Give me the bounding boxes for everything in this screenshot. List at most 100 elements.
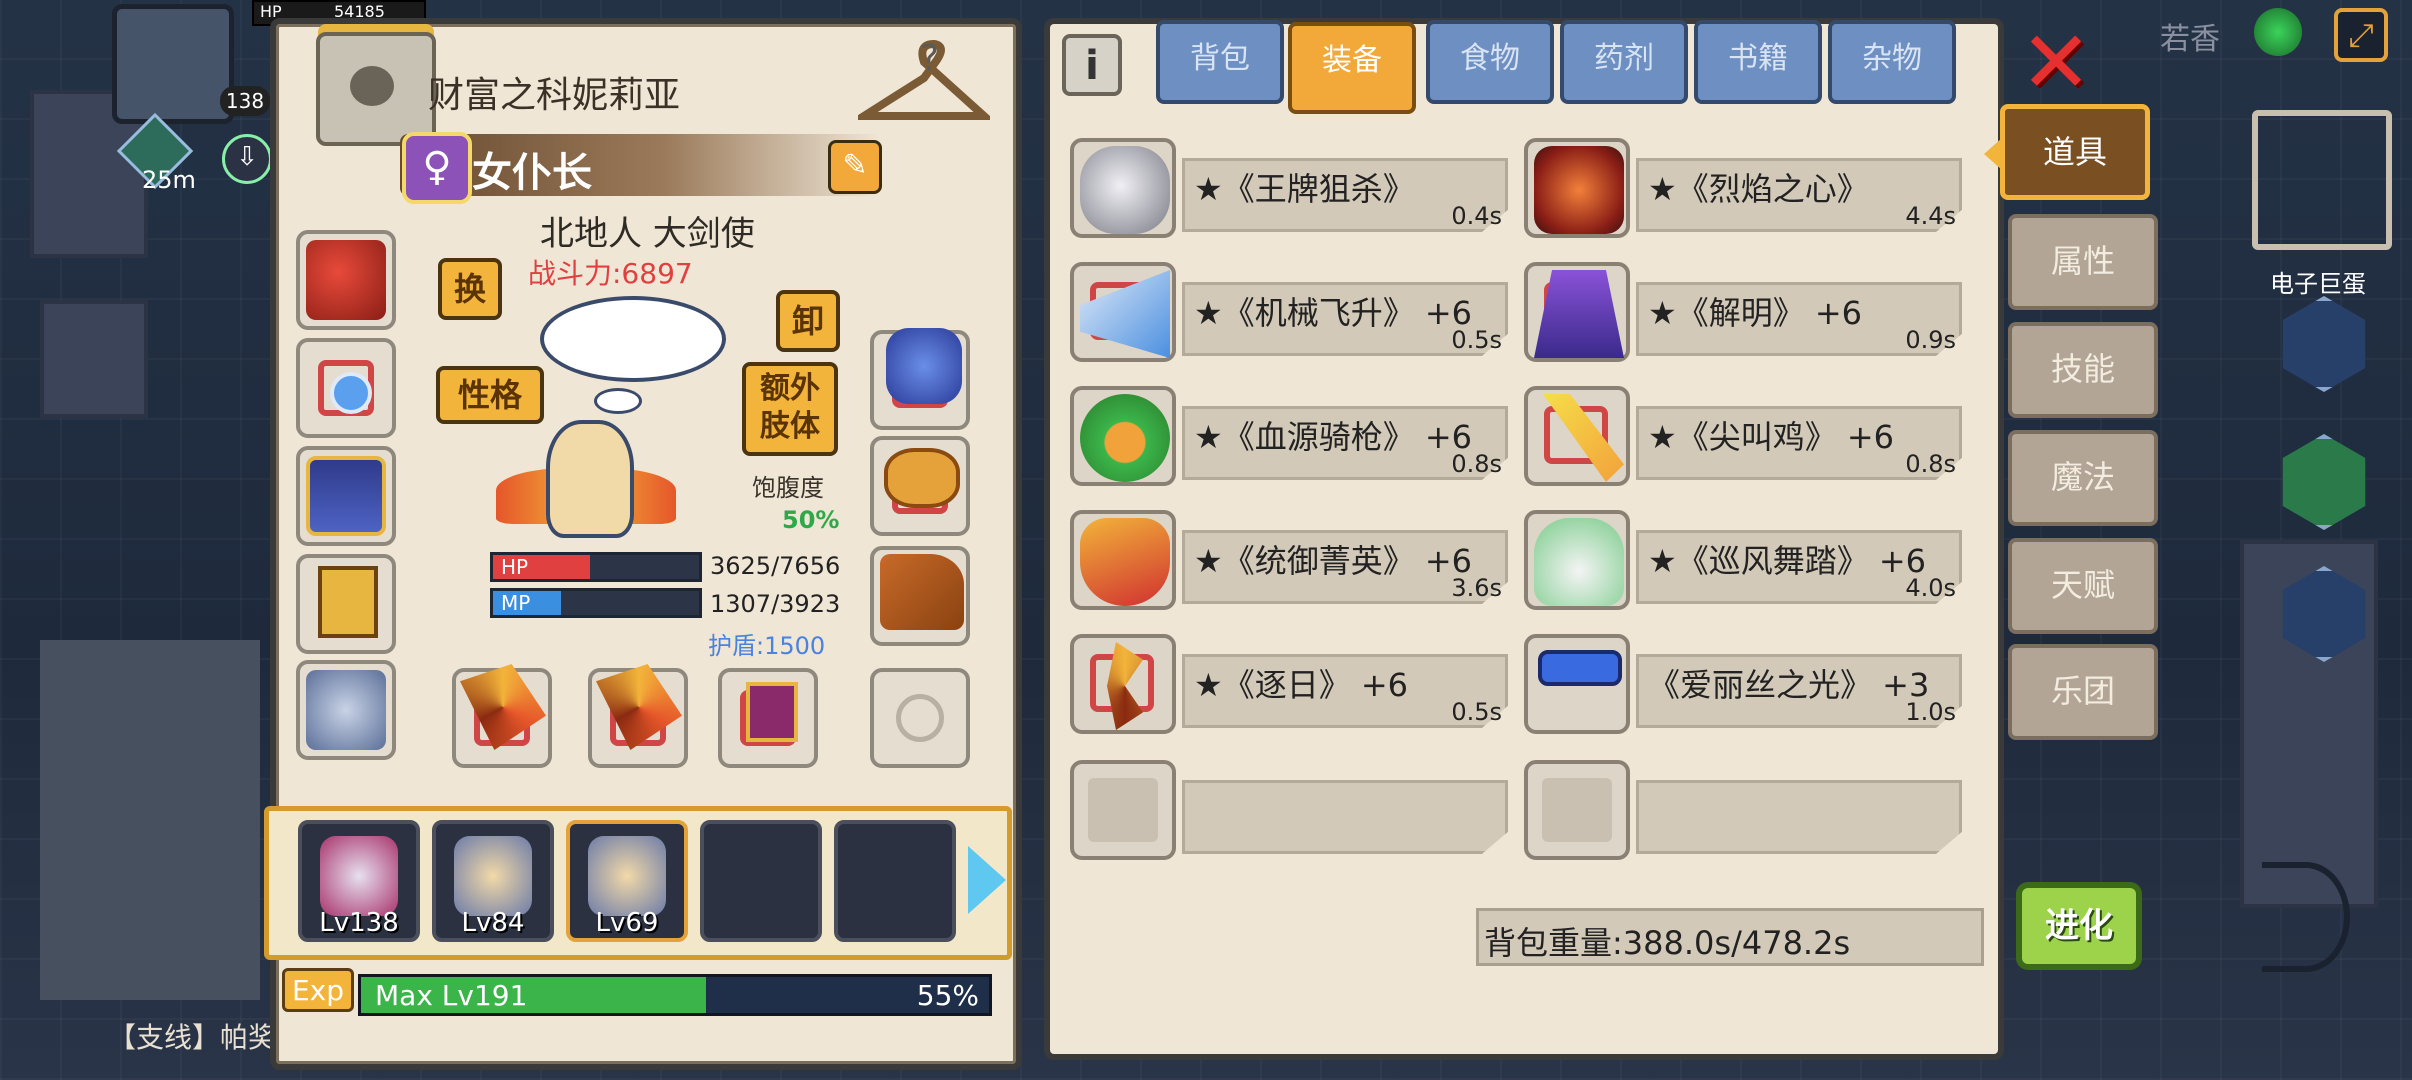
shield-value: 护盾:1500 [708, 632, 826, 660]
item-icon-frame [1070, 262, 1176, 362]
item-label-box [1182, 780, 1508, 854]
character-sprite[interactable] [496, 420, 676, 544]
team-member-slot-selected[interactable]: Lv69 [566, 820, 688, 942]
close-icon[interactable]: ✕ [2020, 20, 2092, 106]
side-tab-skills[interactable]: 技能 [2008, 322, 2158, 418]
satiety-value: 50% [782, 506, 840, 534]
character-name: 财富之科妮莉亚 [428, 75, 681, 116]
exp-level-label: Max Lv191 [375, 979, 528, 1012]
equip-slot-accessory-empty[interactable] [870, 668, 970, 768]
tab-equipment[interactable]: 装备 [1288, 22, 1416, 114]
hp-value: 3625/7656 [710, 552, 841, 580]
side-tab-band[interactable]: 乐团 [2008, 644, 2158, 740]
inventory-item-empty[interactable] [1070, 760, 1510, 860]
inventory-item-empty[interactable] [1524, 760, 1964, 860]
equip-slot-armor[interactable] [296, 554, 396, 654]
expand-icon[interactable]: ⤢ [2334, 8, 2388, 62]
inventory-item[interactable]: ★《巡风舞踏》 +6 4.0s [1524, 510, 1964, 610]
pet-dragon-icon [306, 670, 386, 750]
boots-icon [880, 554, 964, 630]
side-tab-magic[interactable]: 魔法 [2008, 430, 2158, 526]
mp-value: 1307/3923 [710, 590, 841, 618]
dragon-helm-icon [306, 240, 386, 320]
item-icon-frame [1070, 760, 1176, 860]
hp-bar: HP [490, 552, 702, 582]
inventory-item[interactable]: ★《机械飞升》 +6 0.5s [1070, 262, 1510, 362]
download-icon[interactable]: ⇩ [222, 134, 272, 184]
minimap[interactable] [2252, 110, 2392, 250]
equip-slot-necklace[interactable] [296, 338, 396, 438]
equip-slot-ring[interactable] [870, 436, 970, 536]
unequip-button[interactable]: 卸 [776, 290, 840, 352]
item-weight: 0.5s [1451, 698, 1502, 726]
team-next-arrow-icon[interactable] [968, 846, 1006, 914]
empty-slot [1542, 778, 1612, 842]
mp-label: MP [501, 591, 531, 615]
equip-slot-weapon-2[interactable] [588, 664, 688, 768]
edit-role-button[interactable]: ✎ [828, 140, 882, 194]
equip-slot-weapon-1[interactable] [452, 664, 552, 768]
item-weight: 0.8s [1451, 450, 1502, 478]
map-location-label: 电子巨蛋 [2270, 270, 2366, 298]
tab-books[interactable]: 书籍 [1694, 20, 1822, 104]
item-name: ★《统御菁英》 +6 [1194, 542, 1473, 580]
item-icon-frame [1070, 386, 1176, 486]
tab-misc[interactable]: 杂物 [1828, 20, 1956, 104]
team-member-slot[interactable]: Lv138 [298, 820, 420, 942]
item-icon-frame [1070, 634, 1176, 734]
item-icon-frame [1524, 510, 1630, 610]
swap-button[interactable]: 换 [438, 258, 502, 320]
tab-backpack[interactable]: 背包 [1156, 20, 1284, 104]
cape-icon [306, 456, 386, 536]
item-icon-frame [1070, 510, 1176, 610]
bow-weapon-icon[interactable] [2262, 862, 2350, 972]
equip-slot-pet[interactable] [296, 660, 396, 760]
team-member-slot-empty[interactable] [700, 820, 822, 942]
side-tab-items[interactable]: 道具 [2000, 104, 2150, 200]
inventory-item[interactable]: ★《王牌狙杀》 0.4s [1070, 138, 1510, 238]
personality-button[interactable]: 性格 [436, 366, 544, 424]
wardrobe-hanger-icon[interactable]: ? [850, 38, 995, 128]
elite-armor-icon [1080, 518, 1170, 606]
team-member-slot[interactable]: Lv84 [432, 820, 554, 942]
tab-potion[interactable]: 药剂 [1560, 20, 1688, 104]
pumpkin-lance-icon [1080, 394, 1170, 482]
thought-bubble[interactable] [540, 296, 726, 382]
quest-tracker[interactable]: 【支线】帕奖 [108, 1016, 276, 1056]
inventory-item[interactable]: ★《尖叫鸡》 +6 0.8s [1524, 386, 1964, 486]
item-name: 《爱丽丝之光》 +3 [1648, 666, 1930, 704]
evolve-button[interactable]: 进化 [2016, 882, 2142, 970]
inventory-item[interactable]: ★《血源骑枪》 +6 0.8s [1070, 386, 1510, 486]
inventory-item[interactable]: ★《解明》 +6 0.9s [1524, 262, 1964, 362]
equip-slot-book[interactable] [718, 668, 818, 768]
flame-blade-icon [460, 664, 546, 750]
skull-icon [350, 66, 394, 106]
side-tab-attributes[interactable]: 属性 [2008, 214, 2158, 310]
spellbook-icon [746, 682, 798, 742]
equip-slot-boots[interactable] [870, 546, 970, 646]
item-icon-frame [1524, 262, 1630, 362]
item-name: ★《烈焰之心》 [1648, 170, 1869, 208]
inventory-item[interactable]: ★《烈焰之心》 4.4s [1524, 138, 1964, 238]
globe-icon[interactable] [2254, 8, 2302, 56]
inventory-item[interactable]: ★《逐日》 +6 0.5s [1070, 634, 1510, 734]
player-portrait[interactable] [112, 4, 234, 124]
thought-bubble-tail [594, 388, 642, 414]
item-icon-frame [1524, 760, 1630, 860]
equip-slot-cape[interactable] [296, 446, 396, 546]
tab-food[interactable]: 食物 [1426, 20, 1554, 104]
inventory-item[interactable]: ★《统御菁英》 +6 3.6s [1070, 510, 1510, 610]
item-name: ★《王牌狙杀》 [1194, 170, 1415, 208]
inventory-item[interactable]: 《爱丽丝之光》 +3 1.0s [1524, 634, 1964, 734]
side-tab-talents[interactable]: 天赋 [2008, 538, 2158, 634]
member-level: Lv69 [595, 908, 659, 938]
equip-slot-helmet[interactable] [296, 230, 396, 330]
distance-label: 25m [142, 166, 196, 194]
equip-slot-gloves[interactable] [870, 328, 970, 430]
item-name: ★《解明》 +6 [1648, 294, 1863, 332]
extra-limb-button[interactable]: 额外 肢体 [742, 362, 838, 456]
info-button[interactable]: i [1062, 34, 1122, 96]
item-icon-frame [1524, 634, 1630, 734]
team-member-slot-empty[interactable] [834, 820, 956, 942]
item-icon-frame [1524, 138, 1630, 238]
